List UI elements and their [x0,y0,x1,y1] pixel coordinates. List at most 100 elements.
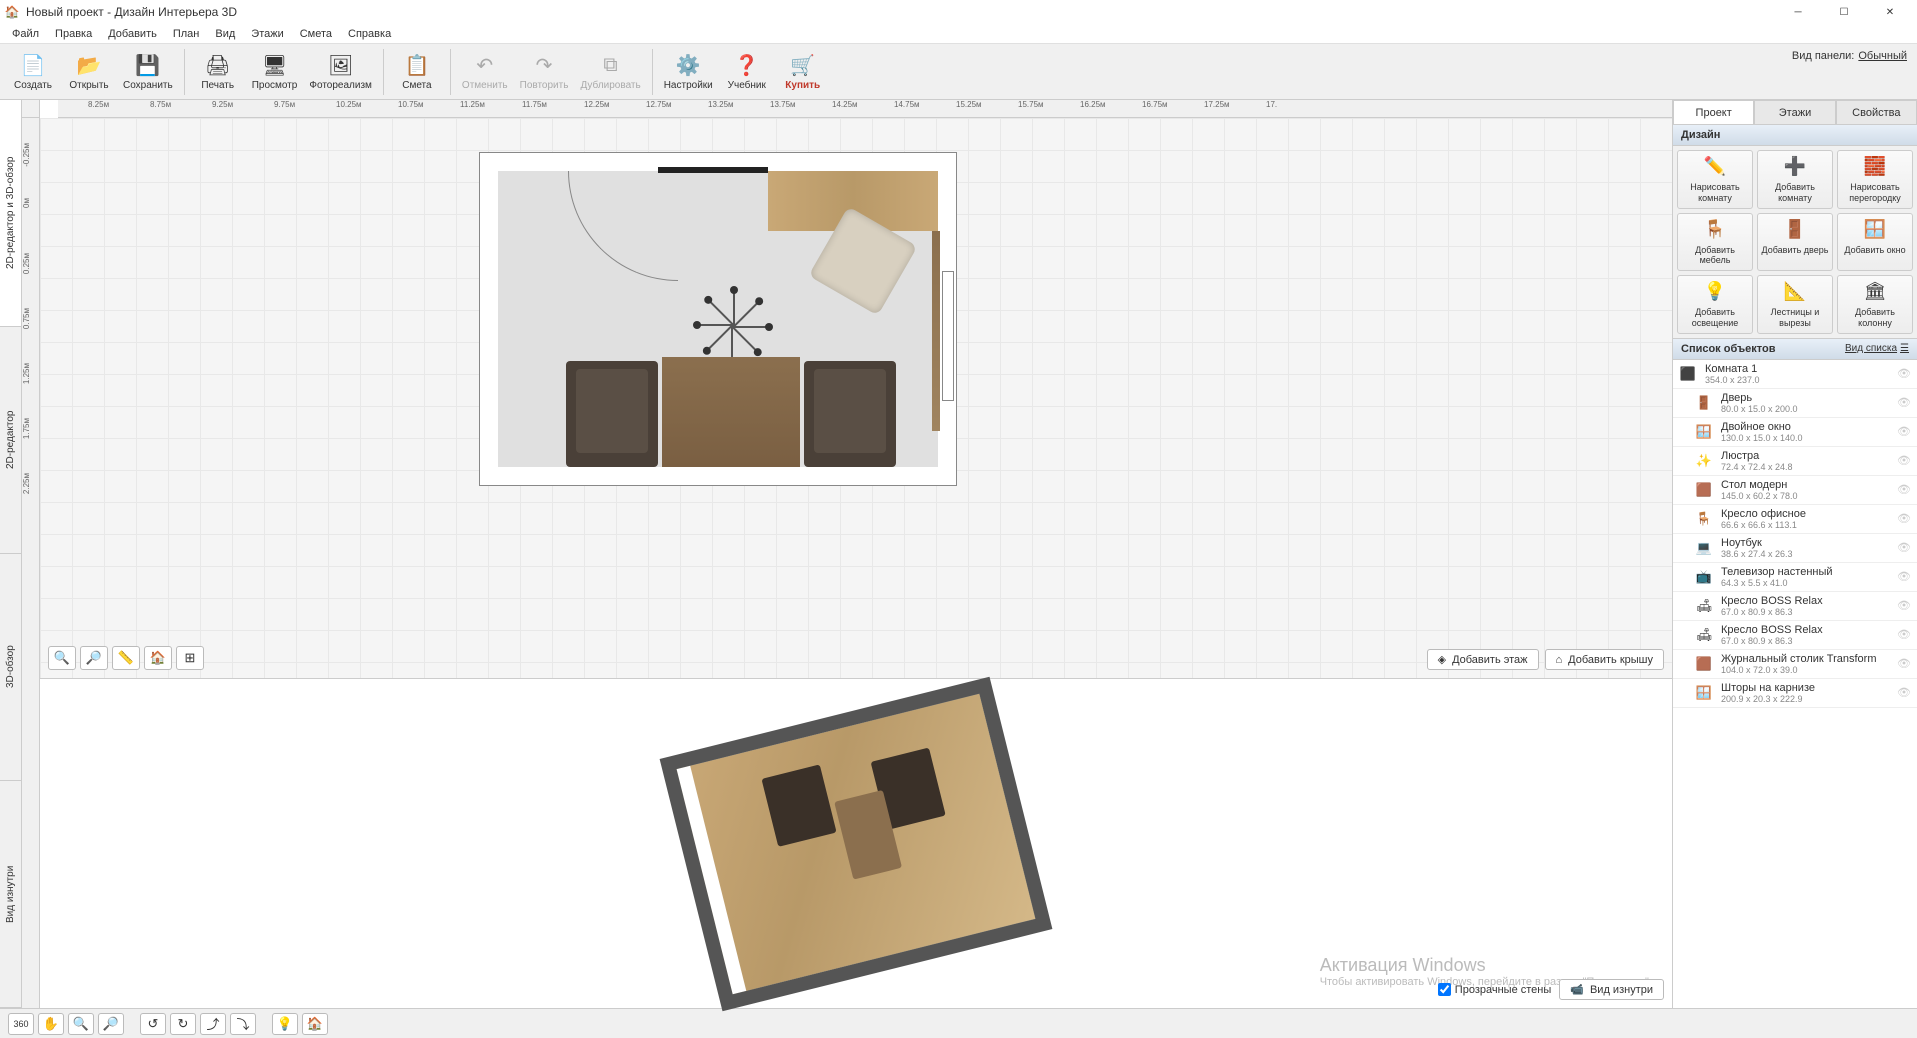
armchair1-object[interactable] [566,361,658,467]
chandelier-object[interactable] [693,286,773,366]
canvas-3d-view[interactable]: Активация Windows Чтобы активировать Win… [40,678,1672,1008]
visibility-toggle-icon[interactable]: 👁 [1897,570,1911,583]
armchair2-object[interactable] [804,361,896,467]
left-tab-3[interactable]: Вид изнутри [0,781,21,1008]
object-item[interactable]: 🛋Кресло BOSS Relax67.0 x 80.9 x 86.3👁 [1673,592,1917,621]
room-3d-preview[interactable] [660,676,1053,1011]
coffee-table-object[interactable] [662,357,800,467]
visibility-toggle-icon[interactable]: 👁 [1897,454,1911,467]
design-btn-Нарисовать-перегородку[interactable]: 🧱Нарисовать перегородку [1837,150,1913,209]
rotate-left-button[interactable]: ↺ [140,1013,166,1035]
add-floor-button[interactable]: ◈Добавить этаж [1427,649,1539,670]
open-button[interactable]: 📂Открыть [62,47,116,97]
visibility-toggle-icon[interactable]: 👁 [1897,425,1911,438]
add-roof-button[interactable]: ⌂Добавить крышу [1545,649,1665,670]
menu-добавить[interactable]: Добавить [100,26,165,42]
menu-файл[interactable]: Файл [4,26,47,42]
visibility-toggle-icon[interactable]: 👁 [1897,396,1911,409]
object-item[interactable]: ✨Люстра72.4 x 72.4 x 24.8👁 [1673,447,1917,476]
design-btn-Добавить-окно[interactable]: 🪟Добавить окно [1837,213,1913,272]
view-button[interactable]: 🖥Просмотр [247,47,303,97]
menu-смета[interactable]: Смета [292,26,340,42]
visibility-toggle-icon[interactable]: 👁 [1897,686,1911,699]
design-btn-icon: 💡 [1703,280,1727,304]
left-tab-1[interactable]: 2D-редактор [0,327,21,554]
design-tools-grid: ✏️Нарисовать комнату➕Добавить комнату🧱На… [1673,146,1917,338]
360-button[interactable]: 360 [8,1013,34,1035]
view-inside-button[interactable]: 📹Вид изнутри [1559,979,1664,1000]
measure-button[interactable]: 📏 [112,646,140,670]
visibility-toggle-icon[interactable]: 👁 [1897,541,1911,554]
menu-справка[interactable]: Справка [340,26,399,42]
maximize-button[interactable]: ☐ [1821,0,1867,24]
duplicate-button[interactable]: ⧉Дублировать [575,47,645,97]
object-item[interactable]: 🟫Стол модерн145.0 x 60.2 x 78.0👁 [1673,476,1917,505]
design-btn-Добавить-колонну[interactable]: 🏛Добавить колонну [1837,275,1913,334]
visibility-toggle-icon[interactable]: 👁 [1897,657,1911,670]
settings-button[interactable]: ⚙️Настройки [659,47,718,97]
tilt-down-button[interactable]: ⤵ [230,1013,256,1035]
redo-button[interactable]: ↷Повторить [515,47,574,97]
visibility-toggle-icon[interactable]: 👁 [1897,483,1911,496]
create-button[interactable]: 📄Создать [6,47,60,97]
object-item[interactable]: 💻Ноутбук38.6 x 27.4 x 26.3👁 [1673,534,1917,563]
view-panel-link[interactable]: Обычный [1858,50,1907,62]
visibility-toggle-icon[interactable]: 👁 [1897,367,1911,380]
object-item[interactable]: 🪑Кресло офисное66.6 x 66.6 x 113.1👁 [1673,505,1917,534]
menu-правка[interactable]: Правка [47,26,100,42]
right-tab-Проект[interactable]: Проект [1673,100,1754,124]
object-item[interactable]: 🪟Двойное окно130.0 x 15.0 x 140.0👁 [1673,418,1917,447]
360-icon: 360 [13,1019,28,1029]
tilt-up-button[interactable]: ⤴ [200,1013,226,1035]
design-btn-Добавить-освещение[interactable]: 💡Добавить освещение [1677,275,1753,334]
list-view-link[interactable]: Вид списка☰ [1845,343,1909,354]
zoom-out-button[interactable]: 🔍 [48,646,76,670]
grid-button[interactable]: ⊞ [176,646,204,670]
object-item[interactable]: 🟫Журнальный столик Transform104.0 x 72.0… [1673,650,1917,679]
home-3d-button[interactable]: 🏠 [302,1013,328,1035]
minimize-button[interactable]: ─ [1775,0,1821,24]
print-button[interactable]: 🖨Печать [191,47,245,97]
left-tab-2[interactable]: 3D-обзор [0,554,21,781]
design-btn-Добавить-мебель[interactable]: 🪑Добавить мебель [1677,213,1753,272]
object-icon: 📺 [1695,568,1713,586]
buy-button[interactable]: 🛒Купить [776,47,830,97]
visibility-toggle-icon[interactable]: 👁 [1897,628,1911,641]
zoom-in-3d-button[interactable]: 🔎 [98,1013,124,1035]
estimate-button[interactable]: 📋Смета [390,47,444,97]
menu-вид[interactable]: Вид [207,26,243,42]
hand-button[interactable]: ✋ [38,1013,64,1035]
light-button[interactable]: 💡 [272,1013,298,1035]
tutorial-button[interactable]: ❓Учебник [720,47,774,97]
zoom-in-button[interactable]: 🔎 [80,646,108,670]
design-btn-Нарисовать-комнату[interactable]: ✏️Нарисовать комнату [1677,150,1753,209]
save-button[interactable]: 💾Сохранить [118,47,178,97]
undo-button[interactable]: ↶Отменить [457,47,513,97]
object-item[interactable]: 🚪Дверь80.0 x 15.0 x 200.0👁 [1673,389,1917,418]
right-tab-Свойства[interactable]: Свойства [1836,100,1917,124]
door-arc[interactable] [568,171,678,281]
photorealism-button[interactable]: 🖼Фотореализм [304,47,377,97]
home-view-button[interactable]: 🏠 [144,646,172,670]
rotate-right-button[interactable]: ↻ [170,1013,196,1035]
left-tab-0[interactable]: 2D-редактор и 3D-обзор [0,100,21,327]
object-item[interactable]: 🛋Кресло BOSS Relax67.0 x 80.9 x 86.3👁 [1673,621,1917,650]
object-item[interactable]: ⬛Комната 1354.0 x 237.0👁 [1673,360,1917,389]
close-button[interactable]: ✕ [1867,0,1913,24]
canvas-2d-view[interactable]: 🔍 🔎 📏 🏠 ⊞ ◈Добавить этаж ⌂Добавить крышу [40,118,1672,678]
object-item[interactable]: 📺Телевизор настенный64.3 x 5.5 x 41.0👁 [1673,563,1917,592]
object-item[interactable]: 🪟Шторы на карнизе200.9 x 20.3 x 222.9👁 [1673,679,1917,708]
room-floorplan[interactable] [480,153,956,485]
transparent-walls-toggle[interactable]: Прозрачные стены [1438,983,1551,996]
design-btn-Добавить-дверь[interactable]: 🚪Добавить дверь [1757,213,1833,272]
shelf-object[interactable] [932,231,940,431]
zoom-out-3d-button[interactable]: 🔍 [68,1013,94,1035]
visibility-toggle-icon[interactable]: 👁 [1897,599,1911,612]
visibility-toggle-icon[interactable]: 👁 [1897,512,1911,525]
right-tab-Этажи[interactable]: Этажи [1754,100,1835,124]
design-btn-Добавить-комнату[interactable]: ➕Добавить комнату [1757,150,1833,209]
menu-план[interactable]: План [165,26,208,42]
menu-этажи[interactable]: Этажи [243,26,291,42]
design-btn-Лестницы-и-вырезы[interactable]: 📐Лестницы и вырезы [1757,275,1833,334]
window-object[interactable] [942,271,954,401]
